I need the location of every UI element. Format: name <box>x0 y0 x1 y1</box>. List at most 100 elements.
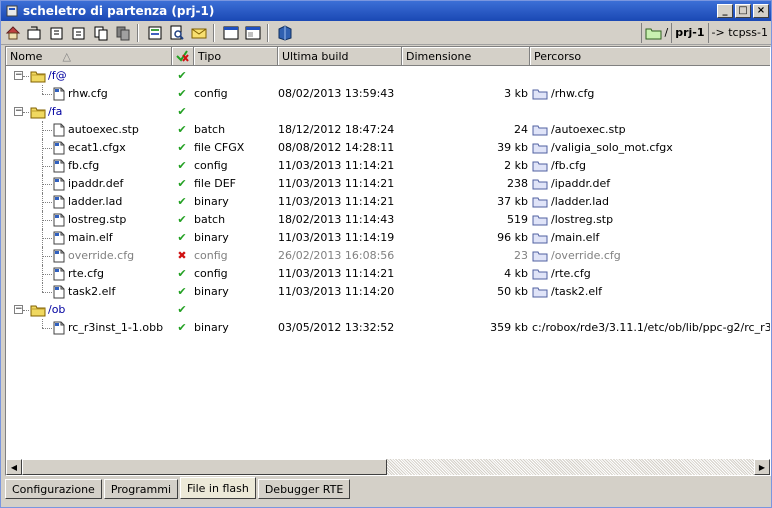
folder-row[interactable]: − /ob ✔ <box>6 301 770 319</box>
main-window: scheletro di partenza (prj-1) _ □ × / pr… <box>0 0 772 508</box>
file-row[interactable]: fb.cfg ✔ config 11/03/2013 11:14:21 2 kb/fb.… <box>6 157 770 175</box>
collapse-toggle-icon[interactable]: − <box>14 305 23 314</box>
file-name[interactable]: task2.elf <box>68 283 115 301</box>
collapse-toggle-icon[interactable]: − <box>14 71 23 80</box>
tab-debugger-rte[interactable]: Debugger RTE <box>257 479 351 499</box>
dim-cell: 4 kb <box>504 267 528 280</box>
minimize-button[interactable]: _ <box>717 4 733 18</box>
search-icon[interactable] <box>167 23 187 43</box>
tipo-cell: binary <box>194 195 229 208</box>
target-label: -> tcpss-1 <box>707 22 771 43</box>
column-header-dim[interactable]: Dimensione <box>402 47 530 66</box>
file-row[interactable]: rte.cfg ✔ config 11/03/2013 11:14:21 4 kb/rt… <box>6 265 770 283</box>
file-row[interactable]: rhw.cfg ✔ config 08/02/2013 13:59:43 3 kb/rh… <box>6 85 770 103</box>
maximize-button[interactable]: □ <box>735 4 751 18</box>
name-cell: task2.elf <box>6 283 174 301</box>
status-ok-icon: ✔ <box>177 303 187 316</box>
file-name[interactable]: ladder.lad <box>68 193 122 211</box>
column-header-name[interactable]: Nome △ <box>6 47 172 66</box>
column-header-build[interactable]: Ultima build <box>278 47 402 66</box>
delete-icon[interactable] <box>113 23 133 43</box>
scroll-thumb[interactable] <box>22 459 387 475</box>
file-row[interactable]: override.cfg ✖ config 26/02/2013 16:08:56 23… <box>6 247 770 265</box>
horizontal-scrollbar[interactable]: ◀ ▶ <box>6 459 770 475</box>
file-row[interactable]: ecat1.cfgx ✔ file CFGX 08/08/2012 14:28:11 3… <box>6 139 770 157</box>
copy-icon[interactable] <box>91 23 111 43</box>
home-icon[interactable] <box>3 23 23 43</box>
properties-icon[interactable] <box>145 23 165 43</box>
file-icon <box>53 231 65 247</box>
new-folder-icon[interactable] <box>25 23 45 43</box>
path-folder-icon <box>532 250 551 262</box>
dim-cell: 3 kb <box>504 87 528 100</box>
scroll-right-arrow[interactable]: ▶ <box>754 459 770 475</box>
tree-connector <box>42 184 52 185</box>
file-name[interactable]: rte.cfg <box>68 265 104 283</box>
toolbar: / prj-1 -> tcpss-1 <box>1 21 771 45</box>
close-button[interactable]: × <box>753 4 769 18</box>
path-text: /ipaddr.def <box>551 177 611 190</box>
folder-row[interactable]: − /fa ✔ <box>6 103 770 121</box>
open-folder-icon[interactable] <box>47 23 67 43</box>
path-folder-icon <box>532 124 551 136</box>
path-text: /rhw.cfg <box>551 87 595 100</box>
path-cell: /fb.cfg <box>532 157 770 175</box>
list-header: Nome △ Tipo Ultima build Dimensione Perc… <box>6 47 770 66</box>
status-error-icon: ✖ <box>177 249 187 262</box>
book-icon[interactable] <box>275 23 295 43</box>
folder-icon <box>30 69 46 85</box>
file-icon <box>53 213 65 229</box>
connection-folder-icon[interactable]: / <box>640 22 672 43</box>
file-row[interactable]: main.elf ✔ binary 11/03/2013 11:14:19 96 kb /… <box>6 229 770 247</box>
path-text: /autoexec.stp <box>551 123 626 136</box>
file-name[interactable]: ecat1.cfgx <box>68 139 126 157</box>
window-icon[interactable] <box>221 23 241 43</box>
file-row[interactable]: autoexec.stp ✔ batch 18/12/2012 18:47:24 24 /… <box>6 121 770 139</box>
path-text: /override.cfg <box>551 249 621 262</box>
tree-connector <box>42 274 52 275</box>
folder-name[interactable]: /ob <box>48 301 65 319</box>
status-ok-icon: ✔ <box>177 105 187 118</box>
tab-configurazione[interactable]: Configurazione <box>5 479 102 499</box>
title-bar[interactable]: scheletro di partenza (prj-1) _ □ × <box>1 1 771 21</box>
file-name[interactable]: rc_r3inst_1-1.obb <box>68 319 163 337</box>
file-name[interactable]: rhw.cfg <box>68 85 108 103</box>
dim-cell <box>402 301 528 319</box>
window2-icon[interactable] <box>243 23 263 43</box>
path-cell: /ipaddr.def <box>532 175 770 193</box>
file-row[interactable]: ipaddr.def ✔ file DEF 11/03/2013 11:14:21 23… <box>6 175 770 193</box>
file-row[interactable]: rc_r3inst_1-1.obb ✔ binary 03/05/2012 13:32… <box>6 319 770 337</box>
file-row[interactable]: task2.elf ✔ binary 11/03/2013 11:14:20 50 kb… <box>6 283 770 301</box>
scroll-left-arrow[interactable]: ◀ <box>6 459 22 475</box>
collapse-toggle-icon[interactable]: − <box>14 107 23 116</box>
column-header-status[interactable] <box>172 47 194 66</box>
file-name[interactable]: autoexec.stp <box>68 121 139 139</box>
file-name[interactable]: fb.cfg <box>68 157 99 175</box>
dim-cell: 519 <box>507 213 528 226</box>
save-folder-icon[interactable] <box>69 23 89 43</box>
build-cell: 11/03/2013 11:14:21 <box>278 159 395 172</box>
folder-row[interactable]: − /f@ ✔ <box>6 67 770 85</box>
column-header-tipo[interactable]: Tipo <box>194 47 278 66</box>
file-name[interactable]: override.cfg <box>68 247 134 265</box>
tab-file-in-flash[interactable]: File in flash <box>180 477 256 499</box>
path-cell: /autoexec.stp <box>532 121 770 139</box>
file-name[interactable]: lostreg.stp <box>68 211 126 229</box>
file-row[interactable]: lostreg.stp ✔ batch 18/02/2013 11:14:43 519 /… <box>6 211 770 229</box>
file-row[interactable]: ladder.lad ✔ binary 11/03/2013 11:14:21 37 k… <box>6 193 770 211</box>
scroll-track[interactable] <box>22 459 754 475</box>
file-name[interactable]: main.elf <box>68 229 113 247</box>
tab-programmi[interactable]: Programmi <box>103 479 179 499</box>
file-name[interactable]: ipaddr.def <box>68 175 123 193</box>
folder-name[interactable]: /f@ <box>48 67 67 85</box>
status-column-icon <box>176 50 189 62</box>
tipo-cell: file DEF <box>194 177 236 190</box>
tipo-cell: binary <box>194 321 229 334</box>
column-header-path[interactable]: Percorso <box>530 47 770 66</box>
mail-icon[interactable] <box>189 23 209 43</box>
folder-name[interactable]: /fa <box>48 103 62 121</box>
path-text: /ladder.lad <box>551 195 610 208</box>
path-folder-icon <box>532 286 551 298</box>
path-cell <box>532 103 770 121</box>
tree-connector <box>42 238 52 239</box>
